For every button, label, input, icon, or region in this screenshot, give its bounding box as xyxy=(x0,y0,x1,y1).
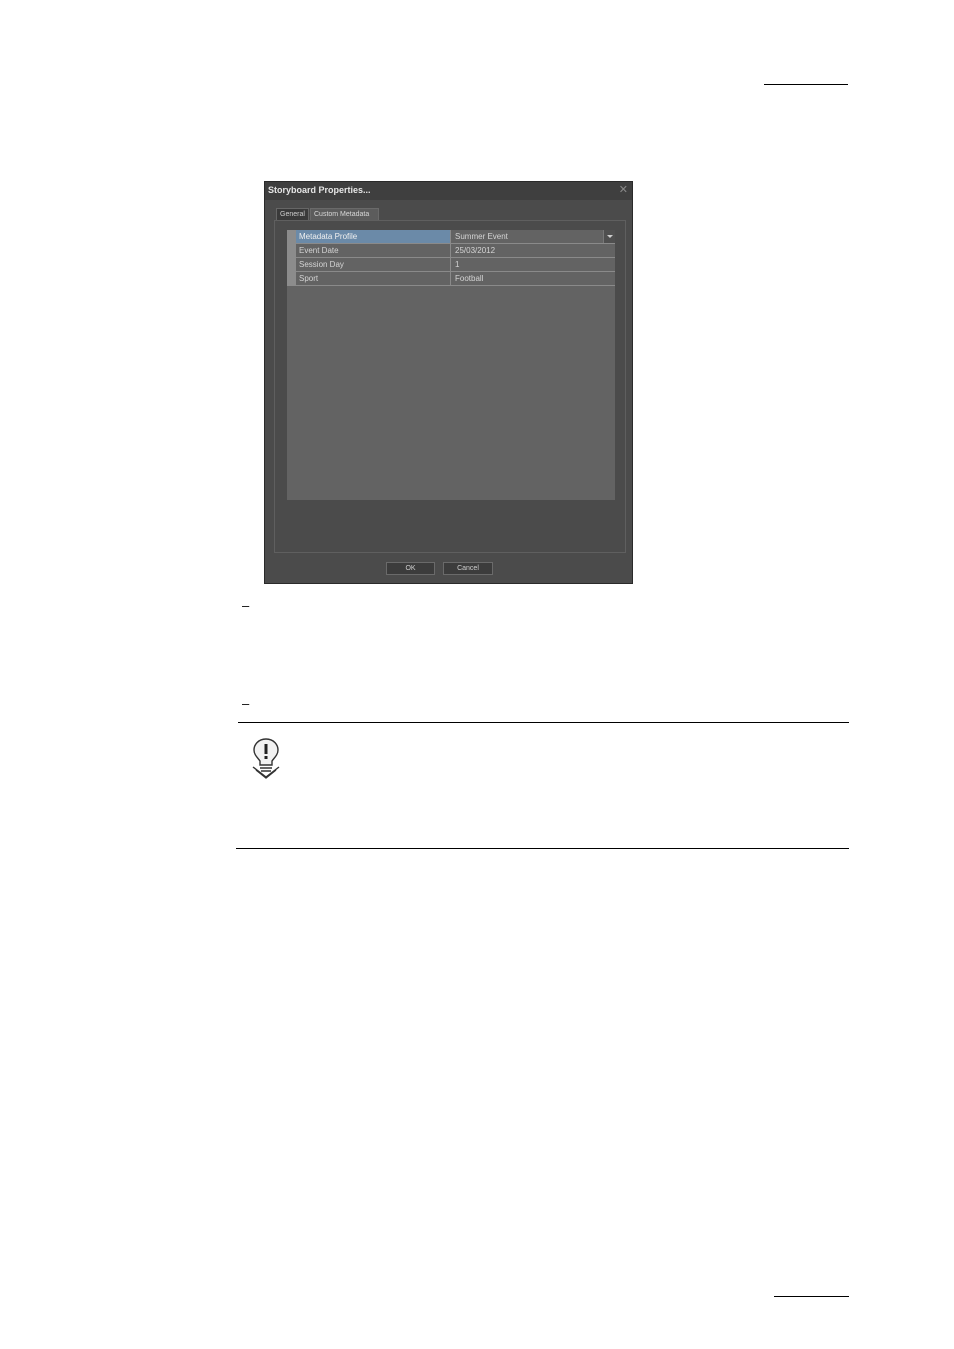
grid-row-session-day[interactable]: Session Day 1 xyxy=(296,258,615,272)
footer-rule xyxy=(774,1296,849,1297)
bullet-dash: – xyxy=(242,696,250,711)
dialog-title: Storyboard Properties... xyxy=(268,185,371,195)
note-bottom-rule xyxy=(236,848,849,849)
row-header-gutter xyxy=(287,230,296,286)
grid-row-metadata-profile[interactable]: Metadata Profile Summer Event xyxy=(296,230,615,244)
note-bulb-icon xyxy=(252,738,280,779)
bullet-dash: – xyxy=(242,598,250,613)
chevron-down-icon[interactable] xyxy=(603,230,615,243)
tab-general[interactable]: General xyxy=(276,208,309,220)
header-rule xyxy=(764,84,848,85)
event-date-value[interactable]: 25/03/2012 xyxy=(452,244,615,257)
row-label: Sport xyxy=(296,272,451,285)
row-label: Metadata Profile xyxy=(296,230,451,243)
session-day-value[interactable]: 1 xyxy=(452,258,615,271)
sport-value[interactable]: Football xyxy=(452,272,615,285)
row-label: Session Day xyxy=(296,258,451,271)
close-icon[interactable]: ✕ xyxy=(619,183,628,196)
grid-row-sport[interactable]: Sport Football xyxy=(296,272,615,286)
dialog-titlebar: Storyboard Properties... ✕ xyxy=(265,182,632,200)
row-label: Event Date xyxy=(296,244,451,257)
cancel-button[interactable]: Cancel xyxy=(443,562,493,575)
metadata-profile-value[interactable]: Summer Event xyxy=(452,230,615,243)
note-top-rule xyxy=(238,722,849,723)
tab-custom-metadata[interactable]: Custom Metadata xyxy=(310,208,379,220)
ok-button[interactable]: OK xyxy=(386,562,435,575)
metadata-grid: Metadata Profile Summer Event Event Date… xyxy=(287,230,615,500)
grid-row-event-date[interactable]: Event Date 25/03/2012 xyxy=(296,244,615,258)
storyboard-properties-dialog: Storyboard Properties... ✕ General Custo… xyxy=(264,181,633,584)
